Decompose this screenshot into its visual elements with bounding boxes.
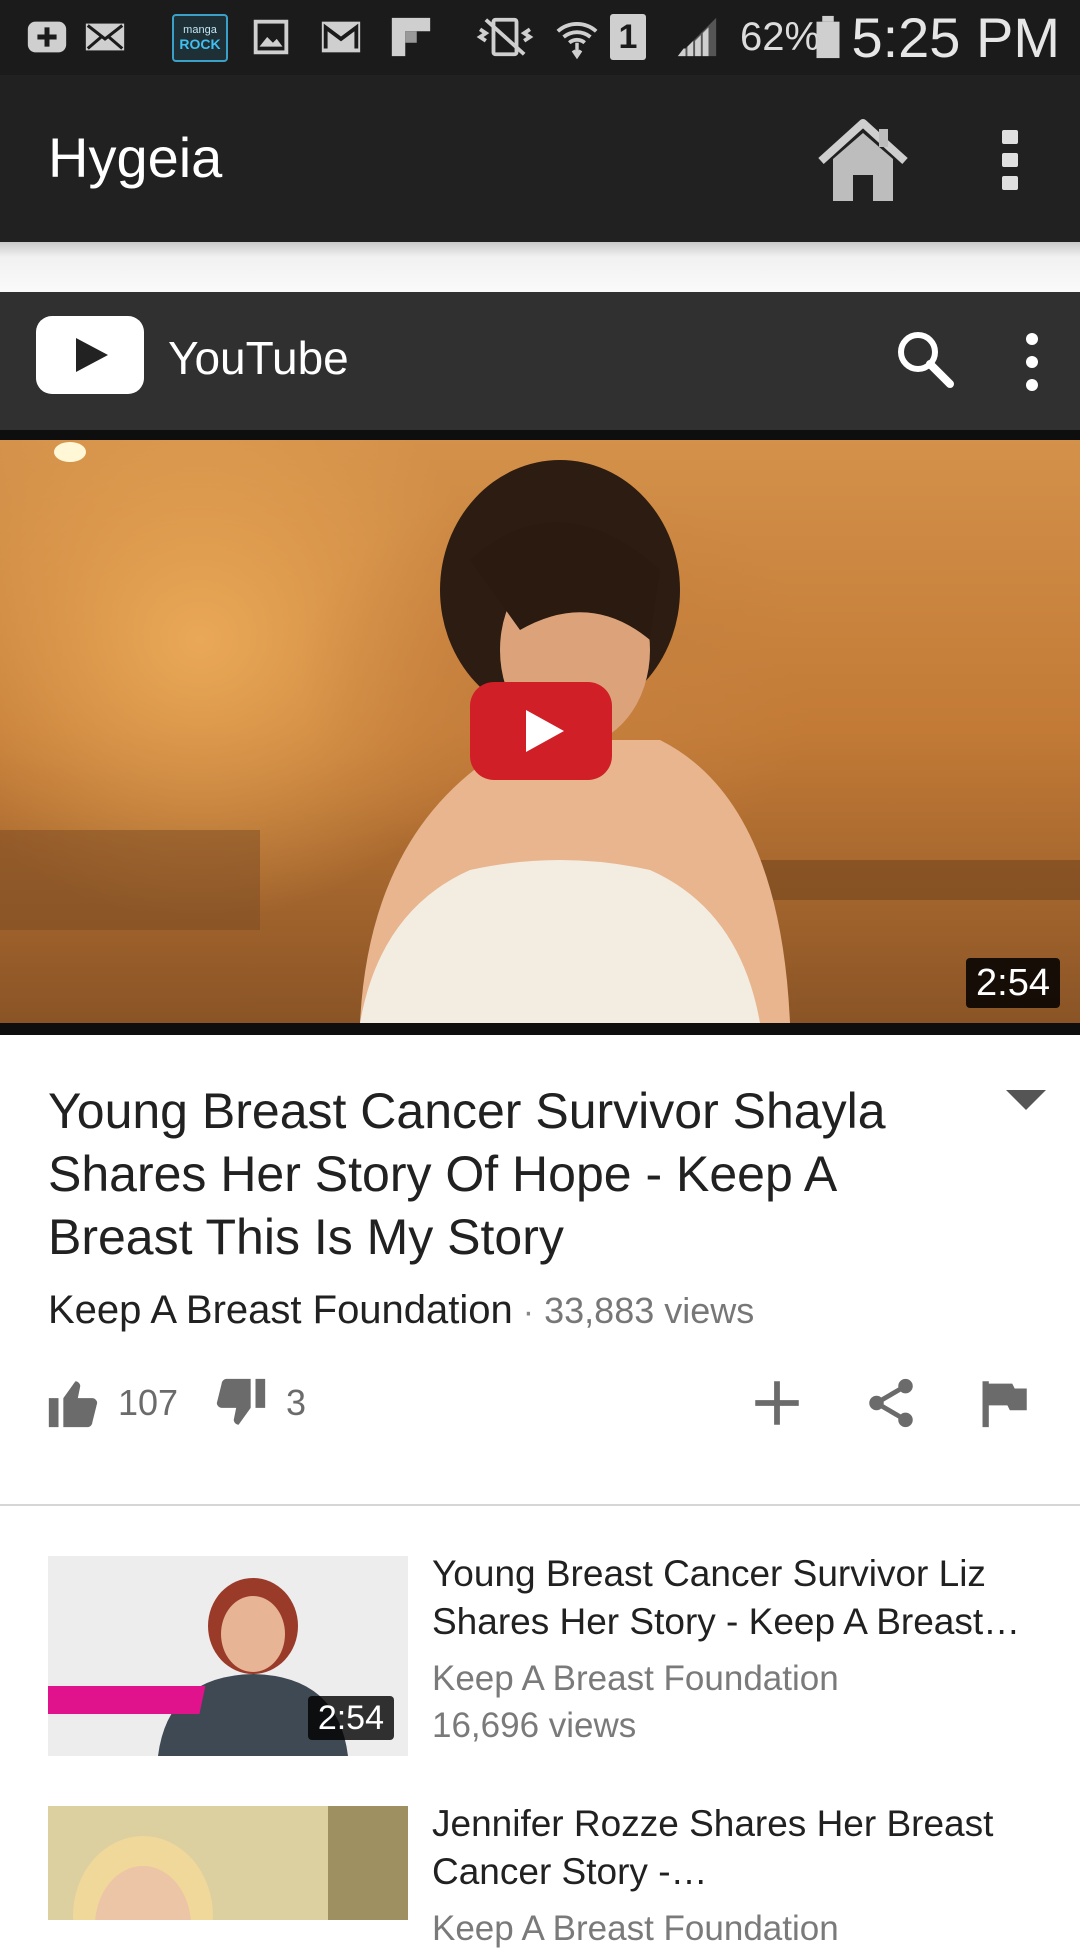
manga-rock-label-bottom: ROCK [179,36,221,52]
dislike-button[interactable]: 3 [212,1370,306,1436]
sim-1-label: 1 [610,14,646,60]
view-count: 33,883 views [544,1290,755,1331]
thumbs-down-icon [216,1378,266,1425]
like-count: 107 [118,1382,179,1423]
related-video-title: Jennifer Rozze Shares Her Breast Cancer … [432,1803,994,1892]
app-title: Hygeia [48,126,223,189]
image-icon [246,14,296,60]
youtube-logo-icon[interactable] [36,316,144,394]
wifi-icon [552,14,602,60]
play-icon [526,710,564,752]
related-video-channel: Keep A Breast Foundation [432,1909,839,1948]
add-box-icon [22,14,72,60]
play-button[interactable] [470,682,612,780]
related-video-views: 16,696 views [432,1706,637,1745]
manga-rock-icon: manga ROCK [172,14,228,62]
status-bar: manga ROCK 1 62% 5:25 PM [0,0,1080,75]
search-icon[interactable] [890,324,960,394]
mail-icon [80,14,130,60]
flipboard-icon [386,14,436,60]
video-title: Young Breast Cancer Survivor Shayla Shar… [48,1083,886,1265]
like-button[interactable]: 107 [44,1370,178,1436]
sim-1-icon: 1 [606,14,650,60]
flag-icon[interactable] [976,1370,1034,1436]
content-gap [0,242,1080,292]
related-video-channel: Keep A Breast Foundation [432,1659,839,1698]
home-icon[interactable] [815,115,911,205]
share-icon[interactable] [862,1370,920,1436]
meta-separator: · [522,1293,535,1331]
app-bar: Hygeia [0,75,1080,242]
vibrate-icon [470,14,540,60]
youtube-play-icon [76,338,108,372]
manga-rock-label-top: manga [183,24,217,36]
overflow-menu-icon[interactable] [1012,327,1052,397]
youtube-title: YouTube [168,332,349,384]
dislike-count: 3 [286,1382,307,1423]
add-to-playlist-icon[interactable] [748,1370,806,1436]
related-video-thumbnail: 2:54 [48,1556,408,1756]
related-video-title: Young Breast Cancer Survivor Liz Shares … [432,1553,1021,1642]
related-video-thumbnail [48,1806,408,1920]
video-duration: 2:54 [966,958,1060,1008]
video-meta: Keep A Breast Foundation · 33,883 views [48,1288,1048,1333]
battery-icon [808,14,848,60]
expand-description-icon[interactable] [1000,1080,1052,1120]
gmail-icon [316,14,366,60]
status-clock: 5:25 PM [851,6,1060,69]
related-video-duration: 2:54 [307,1696,394,1740]
video-player[interactable]: 2:54 [0,430,1080,1035]
youtube-header: YouTube [0,292,1080,430]
divider [0,1504,1080,1506]
channel-name[interactable]: Keep A Breast Foundation [48,1288,513,1332]
thumbs-up-icon [48,1381,98,1428]
signal-icon [672,14,722,60]
overflow-menu-icon[interactable] [985,120,1035,200]
